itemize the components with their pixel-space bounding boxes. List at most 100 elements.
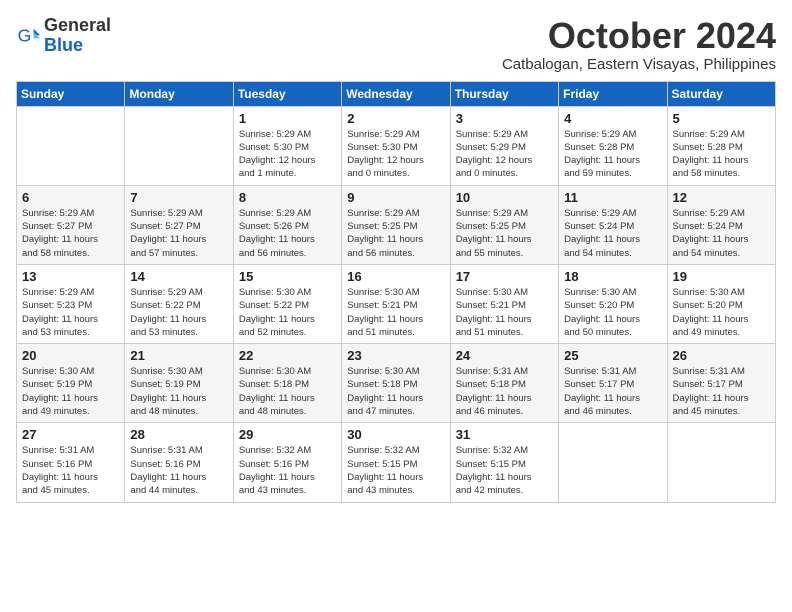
- day-number: 23: [347, 348, 444, 363]
- day-info: Sunrise: 5:29 AMSunset: 5:25 PMDaylight:…: [347, 207, 444, 260]
- day-number: 14: [130, 269, 227, 284]
- calendar-cell: 26Sunrise: 5:31 AMSunset: 5:17 PMDayligh…: [667, 344, 775, 423]
- day-info: Sunrise: 5:32 AMSunset: 5:15 PMDaylight:…: [347, 444, 444, 497]
- day-info: Sunrise: 5:29 AMSunset: 5:24 PMDaylight:…: [673, 207, 770, 260]
- calendar-cell: 13Sunrise: 5:29 AMSunset: 5:23 PMDayligh…: [17, 264, 125, 343]
- day-number: 22: [239, 348, 336, 363]
- day-info: Sunrise: 5:30 AMSunset: 5:21 PMDaylight:…: [456, 286, 553, 339]
- day-info: Sunrise: 5:31 AMSunset: 5:16 PMDaylight:…: [130, 444, 227, 497]
- calendar-cell: 5 Sunrise: 5:29 AMSunset: 5:28 PMDaylight…: [667, 106, 775, 185]
- calendar-cell: 19 Sunrise: 5:30 AMSunset: 5:20 PMDayligh…: [667, 264, 775, 343]
- day-info: Sunrise: 5:30 AMSunset: 5:19 PMDaylight:…: [130, 365, 227, 418]
- day-info: Sunrise: 5:32 AMSunset: 5:16 PMDaylight:…: [239, 444, 336, 497]
- calendar-cell: 1Sunrise: 5:29 AMSunset: 5:30 PMDaylight…: [233, 106, 341, 185]
- calendar-week-row: 13Sunrise: 5:29 AMSunset: 5:23 PMDayligh…: [17, 264, 776, 343]
- day-number: 18: [564, 269, 661, 284]
- day-number: 17: [456, 269, 553, 284]
- day-number: 4: [564, 111, 661, 126]
- day-info: Sunrise: 5:31 AMSunset: 5:16 PMDaylight:…: [22, 444, 119, 497]
- calendar-cell: 30 Sunrise: 5:32 AMSunset: 5:15 PMDayligh…: [342, 423, 450, 502]
- day-info: Sunrise: 5:30 AMSunset: 5:21 PMDaylight:…: [347, 286, 444, 339]
- day-number: 6: [22, 190, 119, 205]
- calendar-cell: 23 Sunrise: 5:30 AMSunset: 5:18 PMDayligh…: [342, 344, 450, 423]
- day-number: 1: [239, 111, 336, 126]
- svg-text:G: G: [18, 26, 32, 46]
- day-header-sunday: Sunday: [17, 81, 125, 106]
- day-number: 8: [239, 190, 336, 205]
- day-info: Sunrise: 5:30 AMSunset: 5:18 PMDaylight:…: [239, 365, 336, 418]
- day-info: Sunrise: 5:31 AMSunset: 5:17 PMDaylight:…: [673, 365, 770, 418]
- calendar-cell: 27 Sunrise: 5:31 AMSunset: 5:16 PMDayligh…: [17, 423, 125, 502]
- page-header: G General Blue October 2024 Catbalogan, …: [16, 16, 776, 73]
- day-number: 28: [130, 427, 227, 442]
- day-number: 31: [456, 427, 553, 442]
- calendar-cell: 9 Sunrise: 5:29 AMSunset: 5:25 PMDaylight…: [342, 185, 450, 264]
- day-number: 21: [130, 348, 227, 363]
- day-header-monday: Monday: [125, 81, 233, 106]
- day-info: Sunrise: 5:29 AMSunset: 5:27 PMDaylight:…: [22, 207, 119, 260]
- calendar-cell: 14Sunrise: 5:29 AMSunset: 5:22 PMDayligh…: [125, 264, 233, 343]
- day-info: Sunrise: 5:32 AMSunset: 5:15 PMDaylight:…: [456, 444, 553, 497]
- day-number: 15: [239, 269, 336, 284]
- calendar-cell: 31 Sunrise: 5:32 AMSunset: 5:15 PMDayligh…: [450, 423, 558, 502]
- calendar-cell: 2Sunrise: 5:29 AMSunset: 5:30 PMDaylight…: [342, 106, 450, 185]
- calendar-cell: 15Sunrise: 5:30 AMSunset: 5:22 PMDayligh…: [233, 264, 341, 343]
- day-number: 12: [673, 190, 770, 205]
- day-number: 30: [347, 427, 444, 442]
- day-number: 5: [673, 111, 770, 126]
- day-header-wednesday: Wednesday: [342, 81, 450, 106]
- calendar-cell: 21 Sunrise: 5:30 AMSunset: 5:19 PMDayligh…: [125, 344, 233, 423]
- calendar-cell: 20Sunrise: 5:30 AMSunset: 5:19 PMDayligh…: [17, 344, 125, 423]
- calendar-cell: 6 Sunrise: 5:29 AMSunset: 5:27 PMDaylight…: [17, 185, 125, 264]
- day-info: Sunrise: 5:31 AMSunset: 5:18 PMDaylight:…: [456, 365, 553, 418]
- calendar-cell: [125, 106, 233, 185]
- calendar-table: SundayMondayTuesdayWednesdayThursdayFrid…: [16, 81, 776, 503]
- day-info: Sunrise: 5:29 AMSunset: 5:28 PMDaylight:…: [673, 128, 770, 181]
- day-number: 24: [456, 348, 553, 363]
- calendar-cell: [667, 423, 775, 502]
- day-header-friday: Friday: [559, 81, 667, 106]
- subtitle: Catbalogan, Eastern Visayas, Philippines: [502, 56, 776, 73]
- day-info: Sunrise: 5:31 AMSunset: 5:17 PMDaylight:…: [564, 365, 661, 418]
- calendar-cell: [559, 423, 667, 502]
- day-number: 27: [22, 427, 119, 442]
- calendar-week-row: 6 Sunrise: 5:29 AMSunset: 5:27 PMDaylight…: [17, 185, 776, 264]
- day-number: 20: [22, 348, 119, 363]
- day-info: Sunrise: 5:29 AMSunset: 5:26 PMDaylight:…: [239, 207, 336, 260]
- day-info: Sunrise: 5:29 AMSunset: 5:24 PMDaylight:…: [564, 207, 661, 260]
- logo: G General Blue: [16, 16, 111, 56]
- calendar-cell: 22 Sunrise: 5:30 AMSunset: 5:18 PMDayligh…: [233, 344, 341, 423]
- day-number: 9: [347, 190, 444, 205]
- calendar-cell: 29 Sunrise: 5:32 AMSunset: 5:16 PMDayligh…: [233, 423, 341, 502]
- calendar-cell: 3 Sunrise: 5:29 AMSunset: 5:29 PMDaylight…: [450, 106, 558, 185]
- day-info: Sunrise: 5:30 AMSunset: 5:20 PMDaylight:…: [673, 286, 770, 339]
- day-info: Sunrise: 5:29 AMSunset: 5:27 PMDaylight:…: [130, 207, 227, 260]
- calendar-header-row: SundayMondayTuesdayWednesdayThursdayFrid…: [17, 81, 776, 106]
- calendar-cell: 11Sunrise: 5:29 AMSunset: 5:24 PMDayligh…: [559, 185, 667, 264]
- day-header-saturday: Saturday: [667, 81, 775, 106]
- calendar-cell: 12 Sunrise: 5:29 AMSunset: 5:24 PMDayligh…: [667, 185, 775, 264]
- day-info: Sunrise: 5:29 AMSunset: 5:23 PMDaylight:…: [22, 286, 119, 339]
- day-info: Sunrise: 5:29 AMSunset: 5:28 PMDaylight:…: [564, 128, 661, 181]
- day-info: Sunrise: 5:29 AMSunset: 5:29 PMDaylight:…: [456, 128, 553, 181]
- day-info: Sunrise: 5:30 AMSunset: 5:18 PMDaylight:…: [347, 365, 444, 418]
- day-info: Sunrise: 5:30 AMSunset: 5:20 PMDaylight:…: [564, 286, 661, 339]
- day-number: 19: [673, 269, 770, 284]
- calendar-week-row: 27 Sunrise: 5:31 AMSunset: 5:16 PMDayligh…: [17, 423, 776, 502]
- day-info: Sunrise: 5:29 AMSunset: 5:25 PMDaylight:…: [456, 207, 553, 260]
- day-info: Sunrise: 5:29 AMSunset: 5:30 PMDaylight:…: [347, 128, 444, 181]
- calendar-cell: 4 Sunrise: 5:29 AMSunset: 5:28 PMDaylight…: [559, 106, 667, 185]
- calendar-cell: 18 Sunrise: 5:30 AMSunset: 5:20 PMDayligh…: [559, 264, 667, 343]
- title-section: October 2024 Catbalogan, Eastern Visayas…: [502, 16, 776, 73]
- logo-text-general: General: [44, 15, 111, 35]
- day-number: 16: [347, 269, 444, 284]
- day-number: 29: [239, 427, 336, 442]
- calendar-week-row: 1 Sunrise: 5:29 AMSunset: 5:30 PMDaylight…: [17, 106, 776, 185]
- logo-icon: G: [16, 24, 40, 48]
- calendar-week-row: 20 Sunrise: 5:30 AMSunset: 5:19 PMDayligh…: [17, 344, 776, 423]
- calendar-cell: 17 Sunrise: 5:30 AMSunset: 5:21 PMDayligh…: [450, 264, 558, 343]
- day-number: 25: [564, 348, 661, 363]
- day-number: 3: [456, 111, 553, 126]
- calendar-cell: 24 Sunrise: 5:31 AMSunset: 5:18 PMDayligh…: [450, 344, 558, 423]
- calendar-cell: 10Sunrise: 5:29 AMSunset: 5:25 PMDayligh…: [450, 185, 558, 264]
